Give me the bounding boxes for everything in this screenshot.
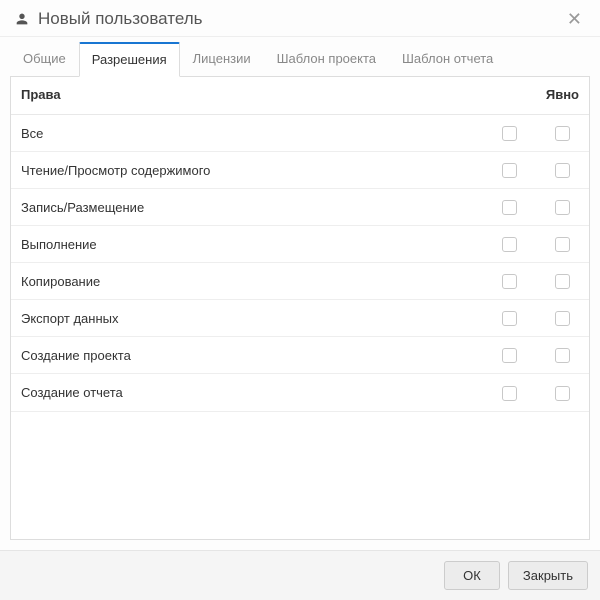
perm-explicit-checkbox[interactable] <box>555 163 570 178</box>
perm-label: Копирование <box>11 263 484 300</box>
close-button[interactable]: Закрыть <box>508 561 588 590</box>
perm-explicit-checkbox[interactable] <box>555 200 570 215</box>
perm-grant-checkbox[interactable] <box>502 163 517 178</box>
table-row: Выполнение <box>11 226 589 263</box>
tab-licenses[interactable]: Лицензии <box>180 42 264 77</box>
perm-explicit-checkbox[interactable] <box>555 311 570 326</box>
tab-project-template[interactable]: Шаблон проекта <box>264 42 389 77</box>
perm-explicit-checkbox[interactable] <box>555 348 570 363</box>
perm-grant-checkbox[interactable] <box>502 386 517 401</box>
perm-grant-checkbox[interactable] <box>502 237 517 252</box>
permissions-panel: Права Явно Все Чтение/Просмотр содержимо… <box>10 76 590 540</box>
tabs-bar: Общие Разрешения Лицензии Шаблон проекта… <box>0 41 600 76</box>
perm-label: Создание проекта <box>11 337 484 374</box>
perm-grant-checkbox[interactable] <box>502 311 517 326</box>
permissions-table: Права Явно Все Чтение/Просмотр содержимо… <box>11 77 589 412</box>
col-explicit: Явно <box>536 77 589 115</box>
perm-grant-checkbox[interactable] <box>502 200 517 215</box>
table-row: Экспорт данных <box>11 300 589 337</box>
perm-label: Все <box>11 115 484 152</box>
tab-general[interactable]: Общие <box>10 42 79 77</box>
dialog-header: Новый пользователь ✕ <box>0 0 600 37</box>
user-icon <box>14 11 30 27</box>
dialog-footer: ОК Закрыть <box>0 550 600 600</box>
table-header-row: Права Явно <box>11 77 589 115</box>
perm-grant-checkbox[interactable] <box>502 274 517 289</box>
table-row: Запись/Размещение <box>11 189 589 226</box>
tab-report-template[interactable]: Шаблон отчета <box>389 42 506 77</box>
table-row: Создание проекта <box>11 337 589 374</box>
col-grant <box>484 77 536 115</box>
tab-permissions[interactable]: Разрешения <box>79 42 180 77</box>
perm-label: Экспорт данных <box>11 300 484 337</box>
table-row: Все <box>11 115 589 152</box>
ok-button[interactable]: ОК <box>444 561 500 590</box>
close-icon[interactable]: ✕ <box>563 8 586 30</box>
table-row: Создание отчета <box>11 374 589 411</box>
perm-grant-checkbox[interactable] <box>502 348 517 363</box>
perm-label: Чтение/Просмотр содержимого <box>11 152 484 189</box>
col-rights: Права <box>11 77 484 115</box>
perm-label: Создание отчета <box>11 374 484 411</box>
perm-explicit-checkbox[interactable] <box>555 126 570 141</box>
perm-explicit-checkbox[interactable] <box>555 237 570 252</box>
perm-explicit-checkbox[interactable] <box>555 386 570 401</box>
perm-grant-checkbox[interactable] <box>502 126 517 141</box>
new-user-dialog: Новый пользователь ✕ Общие Разрешения Ли… <box>0 0 600 600</box>
perm-label: Запись/Размещение <box>11 189 484 226</box>
table-row: Чтение/Просмотр содержимого <box>11 152 589 189</box>
perm-explicit-checkbox[interactable] <box>555 274 570 289</box>
dialog-title: Новый пользователь <box>38 9 563 29</box>
perm-label: Выполнение <box>11 226 484 263</box>
table-row: Копирование <box>11 263 589 300</box>
